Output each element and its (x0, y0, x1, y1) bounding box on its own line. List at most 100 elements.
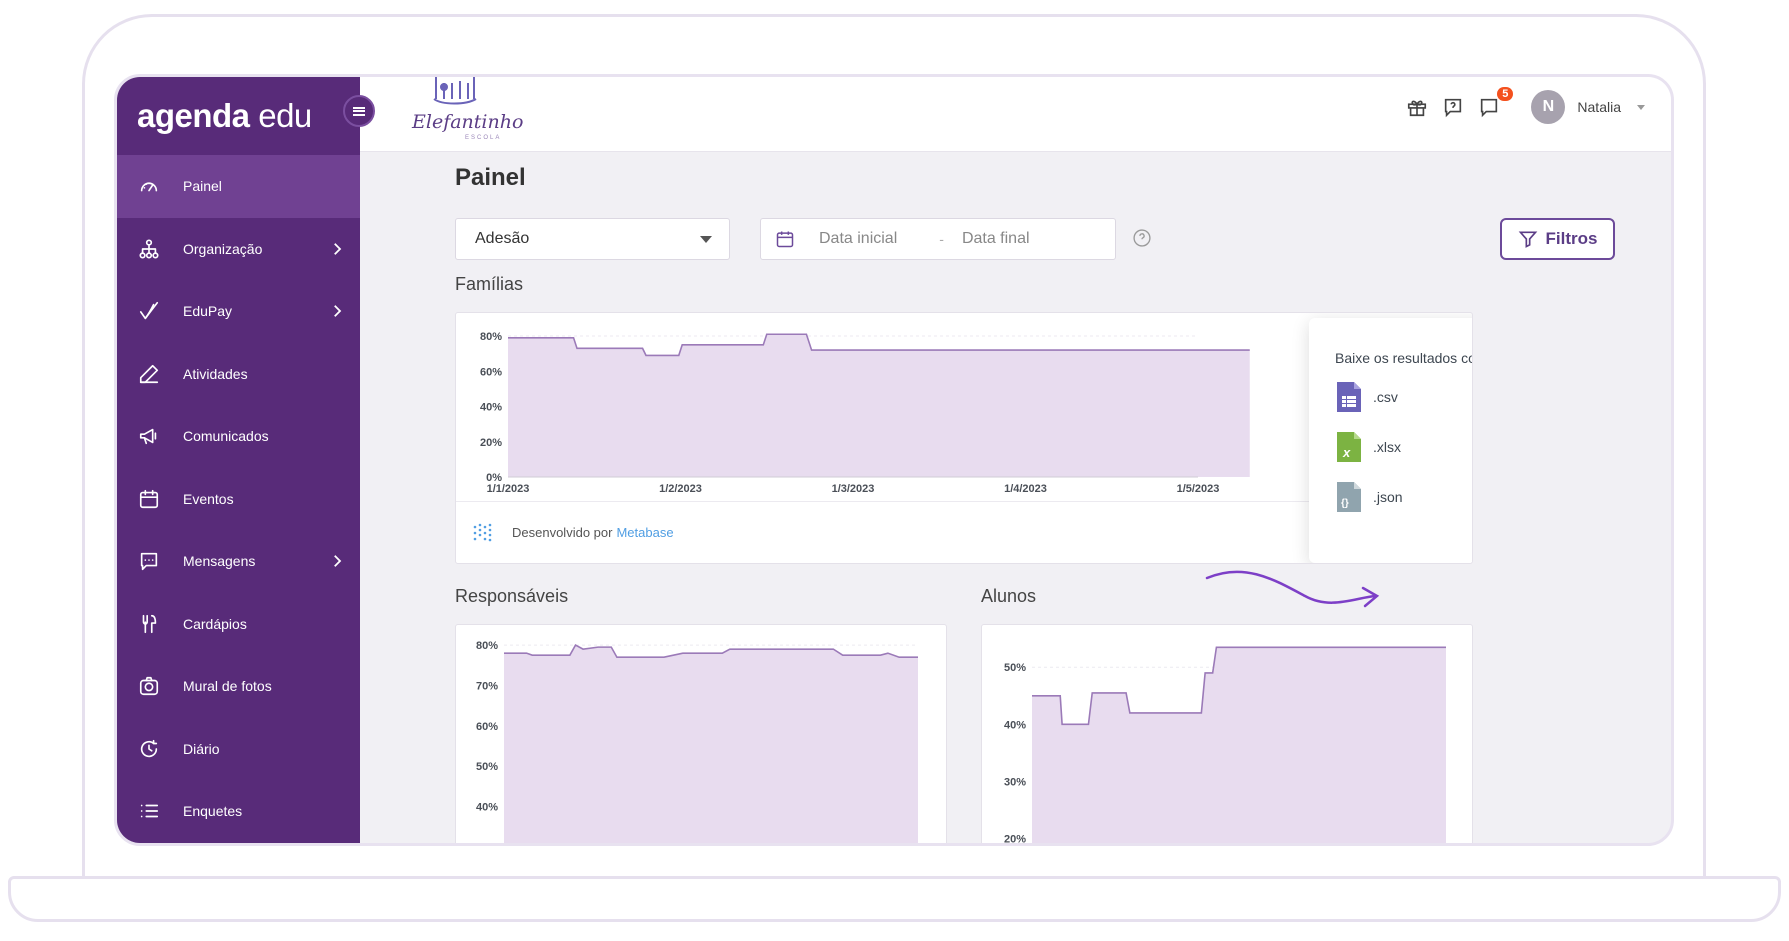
help-chat-icon[interactable] (1441, 95, 1465, 119)
date-start-field[interactable]: Data inicial (819, 230, 897, 248)
check-pen-icon (137, 299, 161, 323)
area-fill (1032, 647, 1446, 843)
filters-button-label: Filtros (1545, 229, 1598, 248)
responsaveis-chart[interactable]: 30% 40% 50% 60% 70% 80% (456, 625, 947, 846)
school-subtitle: ESCOLA (465, 135, 502, 141)
y-tick-label: 30% (476, 842, 498, 846)
brand: agenda edu (117, 77, 375, 155)
x-tick-label: 1/1/2023 (487, 483, 530, 495)
metric-select-value: Adesão (475, 230, 530, 247)
megaphone-icon (137, 424, 161, 448)
clock-icon (137, 737, 161, 761)
dashboard-gauge-icon (137, 174, 161, 198)
csv-option-label: .csv (1373, 389, 1398, 405)
calendar-icon (776, 231, 794, 248)
x-tick-label: 1/4/2023 (1004, 483, 1047, 495)
xlsx-file-icon: x (1337, 432, 1361, 462)
download-json-option[interactable]: {} .json (1335, 480, 1403, 514)
responsaveis-card: 30% 40% 50% 60% 70% 80% (455, 624, 947, 846)
alunos-card: 20% 30% 40% 50% (981, 624, 1473, 846)
alunos-chart[interactable]: 20% 30% 40% 50% (982, 625, 1473, 846)
sidebar-item-painel[interactable]: Painel (117, 155, 360, 218)
school-name: Elefantinho (412, 111, 524, 133)
list-icon (137, 799, 161, 823)
sidebar-item-enquetes[interactable]: Enquetes (117, 780, 360, 843)
footer-prefix: Desenvolvido por (512, 525, 613, 540)
x-tick-label: 1/3/2023 (832, 483, 875, 495)
help-circle-icon[interactable] (1132, 228, 1152, 248)
responsaveis-section-title: Responsáveis (455, 586, 569, 606)
chevron-right-icon (334, 555, 342, 567)
cutlery-icon (137, 612, 161, 636)
sidebar-item-comunicados[interactable]: Comunicados (117, 405, 360, 468)
sidebar-item-label: Enquetes (183, 803, 243, 820)
topbar: Elefantinho ESCOLA 5 N Natalia (360, 77, 1671, 152)
csv-file-icon (1337, 382, 1361, 412)
sidebar-item-label: Cardápios (183, 615, 247, 632)
y-tick-label: 20% (1004, 833, 1026, 845)
chevron-right-icon (334, 242, 342, 255)
topbar-actions: 5 N Natalia (1393, 87, 1645, 125)
sidebar-item-label: Atividades (183, 365, 248, 382)
sidebar-item-label: Mensagens (183, 553, 256, 570)
sidebar-item-eventos[interactable]: Eventos (117, 468, 360, 531)
y-tick-label: 40% (480, 402, 502, 414)
metabase-link[interactable]: Metabase (616, 525, 673, 540)
sidebar-item-card-pios[interactable]: Cardápios (117, 593, 360, 656)
area-fill (504, 645, 918, 843)
filter-funnel-icon (1518, 231, 1537, 248)
sidebar-item-label: Eventos (183, 490, 234, 507)
y-tick-label: 80% (480, 331, 502, 343)
alunos-section-title: Alunos (981, 586, 1037, 606)
familias-section-title: Famílias (455, 274, 524, 294)
chevron-down-icon[interactable] (1637, 104, 1645, 110)
calendar-icon (137, 487, 161, 511)
svg-text:{}: {} (1341, 498, 1349, 509)
date-end-field[interactable]: Data final (962, 230, 1030, 248)
sidebar-item-mural-de-fotos[interactable]: Mural de fotos (117, 655, 360, 718)
main-content: Painel Adesão Data inicial - Data final … (360, 152, 1671, 843)
sidebar-item-edupay[interactable]: EduPay (117, 280, 360, 343)
y-tick-label: 70% (476, 680, 498, 692)
org-chart-icon (137, 237, 161, 261)
metric-select[interactable]: Adesão (455, 218, 730, 260)
svg-text:x: x (1342, 445, 1351, 460)
logo-text-light: edu (258, 97, 312, 134)
avatar[interactable]: N (1531, 90, 1566, 124)
download-menu: Baixe os resultados completos .csv x .xl… (1309, 318, 1472, 563)
notification-badge: 5 (1497, 87, 1514, 101)
sidebar-item-atividades[interactable]: Atividades (117, 343, 360, 406)
x-tick-label: 1/2/2023 (659, 483, 702, 495)
app-screen: agenda edu Painel Organização EduPay Ativid… (114, 74, 1674, 846)
download-xlsx-option[interactable]: x .xlsx (1335, 430, 1401, 464)
metabase-logo-icon (473, 523, 492, 541)
messages-icon[interactable]: 5 (1477, 87, 1514, 119)
camera-icon (137, 674, 161, 698)
familias-card: 0% 20% 40% 60% 80% 1/1/2023 1/2/2023 1/3/2023 1/… (455, 312, 1473, 564)
sidebar-item-di-rio[interactable]: Diário (117, 718, 360, 781)
sidebar-nav: Painel Organização EduPay Atividades Comunic… (117, 155, 360, 843)
sidebar-item-mensagens[interactable]: Mensagens (117, 530, 360, 593)
gift-icon[interactable] (1405, 95, 1429, 119)
json-file-icon: {} (1337, 482, 1361, 512)
date-range-picker[interactable]: Data inicial - Data final (760, 218, 1116, 260)
collapse-menu-button[interactable] (343, 95, 375, 127)
y-tick-label: 50% (476, 761, 498, 773)
y-tick-label: 30% (1004, 776, 1026, 788)
agendaedu-logo[interactable]: agenda edu (137, 97, 312, 135)
download-csv-option[interactable]: .csv (1335, 380, 1398, 414)
sidebar-item-label: Mural de fotos (183, 678, 272, 695)
json-option-label: .json (1373, 489, 1403, 505)
filters-button[interactable]: Filtros (1500, 218, 1615, 260)
y-tick-label: 40% (476, 801, 498, 813)
sidebar: agenda edu Painel Organização EduPay Ativid… (117, 77, 375, 843)
annotation-arrow (1205, 570, 1380, 608)
y-tick-label: 20% (480, 437, 502, 449)
pencil-icon (137, 362, 161, 386)
page-title: Painel (455, 164, 526, 191)
sidebar-item-label: EduPay (183, 303, 233, 320)
date-separator: - (939, 231, 944, 247)
y-tick-label: 60% (480, 366, 502, 378)
user-name[interactable]: Natalia (1577, 99, 1621, 115)
sidebar-item-organiza-o[interactable]: Organização (117, 218, 360, 281)
